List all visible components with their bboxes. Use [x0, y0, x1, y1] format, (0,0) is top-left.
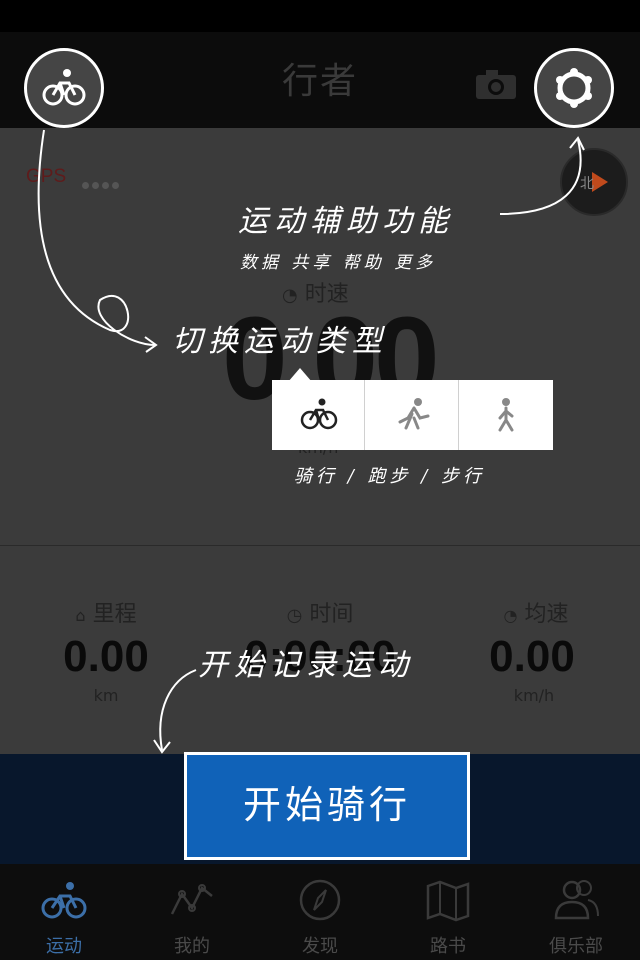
sport-type-popup: [272, 368, 553, 450]
avg-speed-unit: km/h: [513, 686, 555, 705]
runner-icon: [398, 398, 430, 430]
divider: [0, 545, 640, 546]
tab-mine[interactable]: 我的: [128, 864, 256, 960]
sport-option-cycling[interactable]: [272, 380, 365, 450]
gps-label: GPS: [26, 166, 67, 187]
settings-button[interactable]: [534, 48, 614, 128]
walker-icon: [498, 398, 514, 432]
distance-label: ⌂ 里程: [75, 602, 137, 627]
annotation-assist-title: 运动辅助功能: [238, 204, 454, 239]
status-bar: [0, 0, 640, 32]
bike-icon: [42, 69, 86, 106]
clock-icon: ◷: [286, 605, 303, 626]
compass-icon[interactable]: 北: [560, 148, 628, 216]
sport-option-walking[interactable]: [460, 380, 552, 450]
distance-value: 0.00: [63, 632, 149, 681]
map-icon: [426, 880, 470, 922]
distance-unit: km: [93, 686, 119, 705]
tab-discover[interactable]: 发现: [256, 864, 384, 960]
speedometer-icon: ◔: [503, 606, 518, 625]
people-icon: [554, 880, 599, 920]
chart-line-icon: [170, 884, 213, 915]
compass-icon: [299, 879, 341, 921]
bike-icon: [41, 882, 87, 919]
sport-option-running[interactable]: [366, 380, 459, 450]
camera-icon[interactable]: [474, 68, 518, 100]
tab-routes[interactable]: 路书: [384, 864, 512, 960]
svg-text:北: 北: [580, 176, 594, 192]
tab-label: 我的: [174, 936, 210, 957]
start-ride-button[interactable]: 开始骑行: [184, 752, 470, 860]
bike-icon: [300, 398, 338, 430]
tab-label: 运动: [46, 936, 82, 957]
tab-label: 俱乐部: [549, 936, 603, 957]
time-label: ◷ 时间: [286, 602, 354, 627]
tab-sport[interactable]: 运动: [0, 864, 128, 960]
gear-icon: [556, 68, 592, 108]
avg-speed-label: ◔ 均速: [503, 602, 569, 627]
sport-type-button[interactable]: [24, 48, 104, 128]
annotation-start-record: 开始记录运动: [198, 648, 414, 683]
annotation-types: 骑行 / 跑步 / 步行: [294, 466, 486, 487]
tab-label: 发现: [302, 936, 338, 957]
avg-speed-value: 0.00: [489, 632, 575, 681]
annotation-switch-type: 切换运动类型: [172, 324, 388, 359]
tab-label: 路书: [430, 936, 466, 957]
tab-club[interactable]: 俱乐部: [512, 864, 640, 960]
distance-icon: ⌂: [75, 606, 86, 625]
annotation-assist-sub: 数据 共享 帮助 更多: [240, 253, 437, 273]
gps-signal-indicator: [82, 174, 122, 193]
